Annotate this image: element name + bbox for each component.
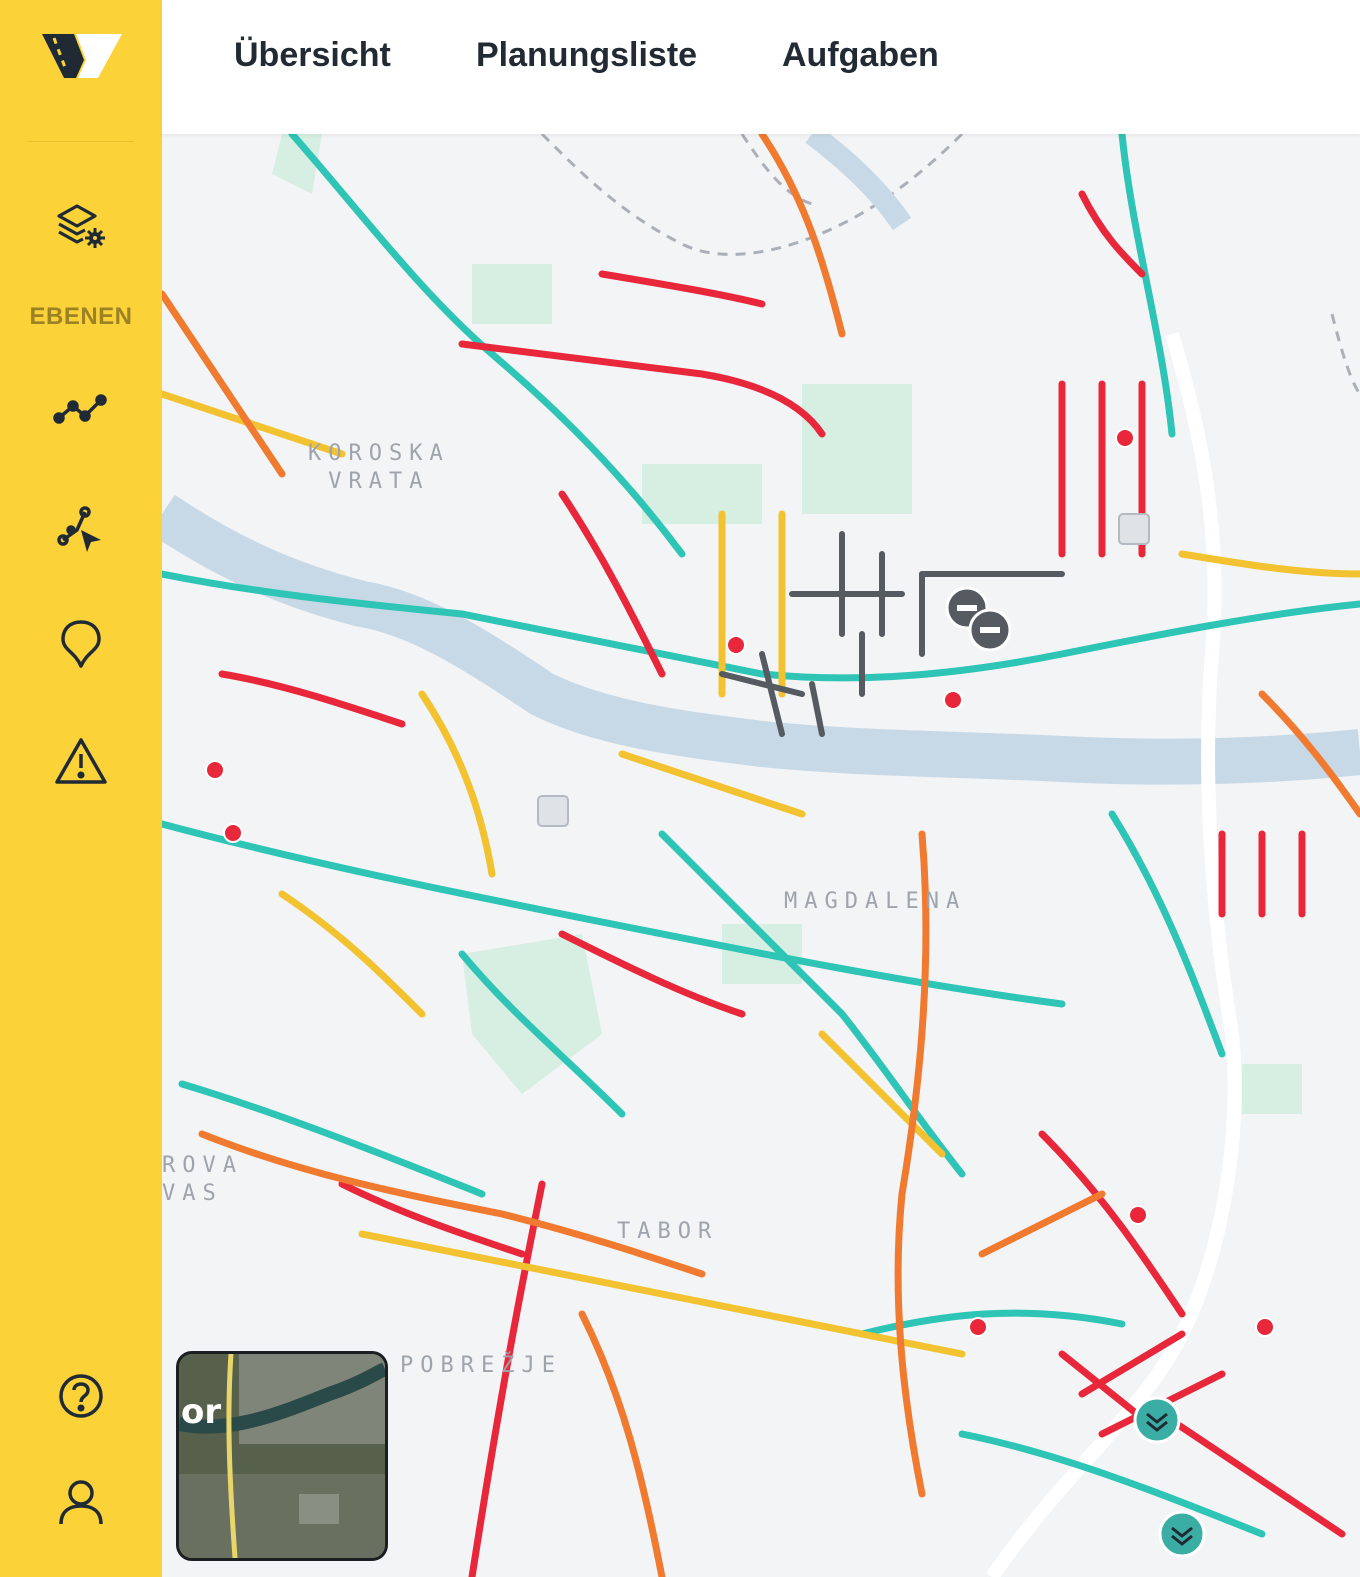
layers-settings-icon [57, 204, 105, 248]
route-select-icon [57, 506, 101, 552]
top-navigation: Übersicht Planungsliste Aufgaben [162, 0, 1360, 134]
sidebar-item-layers[interactable] [41, 186, 121, 266]
help-icon [59, 1374, 103, 1418]
user-icon [59, 1480, 103, 1525]
sidebar-item-route[interactable] [41, 488, 121, 568]
sidebar: EBENEN [0, 0, 162, 1577]
sidebar-item-chart[interactable] [41, 372, 121, 452]
warning-icon [55, 738, 107, 784]
sidebar-item-location[interactable] [41, 604, 121, 684]
district-label-tabor: TABOR [617, 1219, 719, 1244]
sidebar-item-warnings[interactable] [41, 722, 121, 802]
tab-uebersicht[interactable]: Übersicht [234, 36, 391, 75]
district-label-magdalena: MAGDALENA [784, 889, 967, 914]
satellite-thumbnail [179, 1354, 385, 1558]
tab-planungsliste[interactable]: Planungsliste [476, 36, 697, 75]
logo[interactable] [40, 30, 124, 82]
tab-aufgaben[interactable]: Aufgaben [782, 36, 939, 75]
help-button[interactable] [41, 1356, 121, 1436]
district-label-koroska-vrata: KOROSKA VRATA [308, 441, 450, 494]
location-pin-icon [61, 620, 101, 668]
sidebar-item-label-layers: EBENEN [29, 303, 133, 330]
district-label-rova-vas: ROVA VAS [162, 1153, 243, 1206]
sidebar-divider [28, 141, 134, 142]
minimap-label: or [181, 1392, 222, 1432]
line-chart-icon [53, 394, 107, 424]
marker-closure-2-icon [968, 608, 1012, 652]
district-label-pobrezje: POBREŽJE [400, 1353, 562, 1378]
basemap-switcher-satellite[interactable]: or [176, 1351, 388, 1561]
user-button[interactable] [41, 1462, 121, 1542]
v-road-logo-icon [42, 34, 122, 78]
